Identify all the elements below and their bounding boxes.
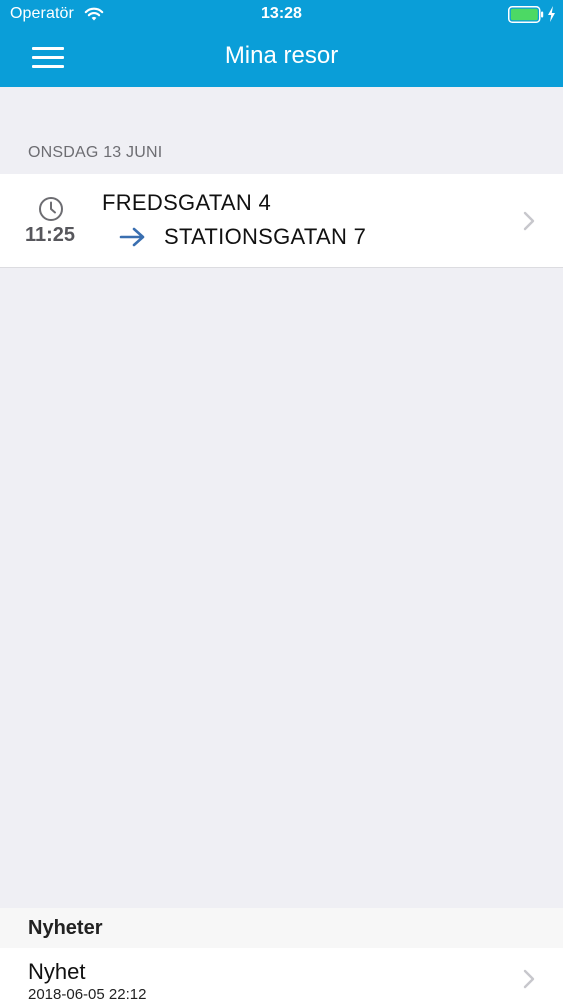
trip-row[interactable]: 11:25 FREDSGATAN 4 STATIONSGATAN 7 bbox=[0, 174, 563, 268]
chevron-right-icon bbox=[523, 211, 535, 231]
charging-bolt-icon bbox=[548, 6, 555, 22]
news-item[interactable]: Nyhet 2018-06-05 22:12 bbox=[0, 948, 563, 1008]
trip-date-header: ONSDAG 13 JUNI bbox=[28, 144, 163, 161]
app-header: Operatör 13:28 Mina resor bbox=[0, 0, 563, 87]
news-section-header: Nyheter bbox=[0, 908, 563, 948]
trip-from-address: FREDSGATAN 4 bbox=[102, 190, 272, 215]
trip-time: 11:25 bbox=[24, 224, 76, 246]
navigation-bar: Mina resor bbox=[0, 30, 563, 87]
battery-icon bbox=[508, 6, 544, 23]
clock-icon bbox=[39, 197, 63, 221]
news-title: Nyhet bbox=[28, 959, 86, 984]
page-title: Mina resor bbox=[224, 42, 339, 69]
news-date: 2018-06-05 22:12 bbox=[28, 986, 147, 1003]
status-bar: Operatör 13:28 bbox=[0, 0, 563, 30]
news-header-label: Nyheter bbox=[28, 917, 103, 939]
trip-to-address: STATIONSGATAN 7 bbox=[164, 224, 367, 249]
arrow-right-icon bbox=[119, 227, 145, 247]
status-time: 13:28 bbox=[261, 5, 302, 22]
chevron-right-icon bbox=[523, 969, 535, 989]
